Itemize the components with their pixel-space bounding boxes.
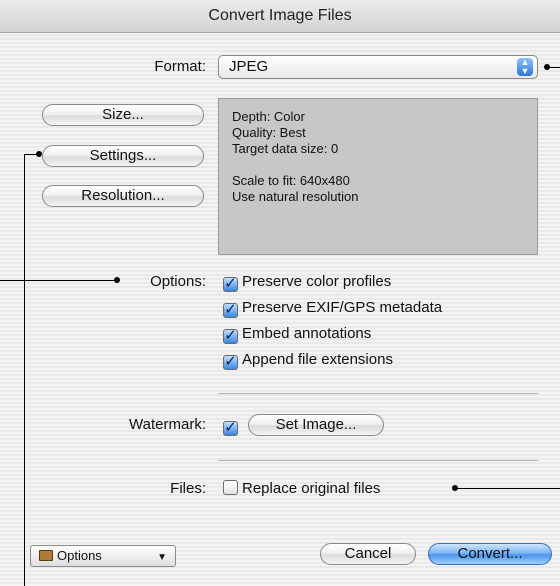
format-value: JPEG	[229, 58, 269, 75]
cancel-button[interactable]: Cancel	[320, 543, 416, 565]
files-label: Files:	[170, 480, 206, 497]
callout-dot	[114, 277, 120, 283]
checkbox-checked-icon[interactable]: ✓	[223, 354, 238, 370]
settings-summary-box: Depth: Color Quality: Best Target data s…	[218, 98, 538, 255]
separator	[218, 460, 538, 461]
options-menu-label: Options	[57, 548, 102, 563]
replace-original-files-option[interactable]: Replace original files	[223, 479, 380, 499]
info-target-size: Target data size: 0	[232, 141, 339, 156]
option-preserve-exif-gps[interactable]: ✓ Preserve EXIF/GPS metadata	[223, 298, 442, 318]
briefcase-icon	[39, 550, 53, 561]
info-depth: Depth: Color	[232, 109, 305, 124]
option-label: Preserve EXIF/GPS metadata	[242, 299, 443, 316]
option-label: Append file extensions	[242, 351, 393, 368]
option-label: Preserve color profiles	[242, 273, 392, 290]
checkbox-checked-icon[interactable]: ✓	[223, 302, 238, 318]
set-image-button[interactable]: Set Image...	[248, 414, 384, 436]
watermark-checkbox-row[interactable]: ✓	[223, 416, 242, 436]
callout-dot	[452, 485, 458, 491]
info-scale: Scale to fit: 640x480	[232, 173, 350, 188]
checkbox-checked-icon[interactable]: ✓	[223, 328, 238, 344]
option-embed-annotations[interactable]: ✓ Embed annotations	[223, 324, 371, 344]
watermark-label: Watermark:	[129, 416, 206, 433]
info-natural-resolution: Use natural resolution	[232, 189, 359, 204]
info-quality: Quality: Best	[232, 125, 306, 140]
callout-line	[0, 280, 118, 281]
format-label: Format:	[154, 58, 206, 75]
callout-dot	[544, 64, 550, 70]
checkbox-checked-icon[interactable]: ✓	[223, 420, 238, 436]
option-append-file-extensions[interactable]: ✓ Append file extensions	[223, 350, 393, 370]
popup-arrows-icon: ▲ ▼	[517, 58, 533, 76]
separator	[218, 393, 538, 394]
callout-line	[456, 488, 560, 489]
convert-image-files-dialog: Convert Image Files Format: JPEG ▲ ▼ Size…	[0, 0, 560, 586]
checkbox-checked-icon[interactable]: ✓	[223, 276, 238, 292]
convert-button[interactable]: Convert...	[428, 543, 552, 565]
option-label: Embed annotations	[242, 325, 372, 342]
option-preserve-color-profiles[interactable]: ✓ Preserve color profiles	[223, 272, 391, 292]
format-popup[interactable]: JPEG ▲ ▼	[218, 55, 538, 79]
chevron-down-icon: ▼	[157, 552, 167, 563]
callout-dot	[36, 151, 42, 157]
checkbox-unchecked-icon[interactable]	[223, 480, 238, 495]
resolution-button[interactable]: Resolution...	[42, 185, 204, 207]
options-action-menu[interactable]: Options ▼	[30, 545, 176, 567]
window-title: Convert Image Files	[0, 0, 560, 33]
option-label: Replace original files	[242, 480, 381, 497]
callout-line	[24, 154, 25, 586]
settings-button[interactable]: Settings...	[42, 145, 204, 167]
size-button[interactable]: Size...	[42, 104, 204, 126]
